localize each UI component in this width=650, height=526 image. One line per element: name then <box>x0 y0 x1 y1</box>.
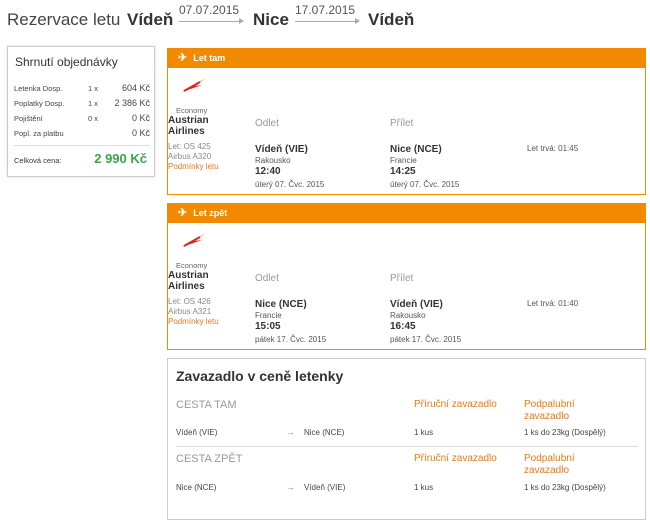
departure-country: Rakousko <box>255 156 291 165</box>
flight-number: Let: OS 426 <box>168 297 211 306</box>
arrival-date: pátek 17. Čvc. 2015 <box>390 335 462 344</box>
flight-conditions-link[interactable]: Podmínky letu <box>168 317 219 326</box>
baggage-section: Zavazadlo v ceně letenky CESTA TAM Příru… <box>167 358 646 520</box>
inbound-panel-header: ✈ Let zpět <box>168 204 645 223</box>
summary-total-label: Celková cena: <box>14 156 62 165</box>
summary-title: Shrnutí objednávky <box>15 55 118 69</box>
baggage-direction: CESTA ZPĚT <box>176 453 243 465</box>
page-header: Rezervace letu Vídeň 07.07.2015 Nice 17.… <box>7 0 647 40</box>
summary-total-value: 2 990 Kč <box>94 151 147 166</box>
cabin-baggage-value: 1 kus <box>414 483 434 492</box>
arrival-country: Rakousko <box>390 311 426 320</box>
summary-row-value: 2 386 Kč <box>114 98 150 108</box>
departure-country: Francie <box>255 311 282 320</box>
hold-baggage-value: 1 ks do 23kg (Dospělý) <box>524 483 606 492</box>
aircraft-type: Airbus A321 <box>168 307 212 316</box>
flight-number: Let: OS 425 <box>168 142 211 151</box>
departure-time: 15:05 <box>255 321 281 332</box>
airline-name: Austrian Airlines <box>168 115 209 137</box>
arrival-label: Přílet <box>390 118 414 129</box>
flight-duration: Let trvá: 01:45 <box>527 144 579 153</box>
hold-baggage-header-line1: Podpalubní <box>524 399 575 410</box>
arrival-time: 14:25 <box>390 166 416 177</box>
outbound-panel-header: ✈ Let tam <box>168 49 645 68</box>
hold-baggage-header-line2: zavazadlo <box>524 411 570 422</box>
baggage-divider <box>176 446 638 447</box>
departure-date: pátek 17. Čvc. 2015 <box>255 335 327 344</box>
baggage-title: Zavazadlo v ceně letenky <box>176 368 344 384</box>
header-date-out: 07.07.2015 <box>179 3 240 17</box>
arrow-right-icon: → <box>286 427 295 437</box>
header-return-city: Vídeň <box>368 10 415 29</box>
airplane-icon: ✈ <box>178 207 188 219</box>
outbound-heading: Let tam <box>193 53 226 63</box>
arrival-city: Nice (NCE) <box>390 144 442 155</box>
header-date-back: 17.07.2015 <box>295 3 356 17</box>
austrian-airlines-logo <box>182 233 206 247</box>
summary-row-qty: 1 x <box>88 84 99 93</box>
departure-time: 12:40 <box>255 166 281 177</box>
arrival-city: Vídeň (VIE) <box>390 299 443 310</box>
fare-class: Economy <box>176 106 208 115</box>
aircraft-type: Airbus A320 <box>168 152 212 161</box>
page-title-prefix: Rezervace letu <box>7 10 121 29</box>
summary-row-value: 604 Kč <box>121 83 150 93</box>
hold-baggage-header-line1: Podpalubní <box>524 453 575 464</box>
flight-duration: Let trvá: 01:40 <box>527 299 579 308</box>
austrian-airlines-logo <box>182 78 206 92</box>
summary-row-value: 0 Kč <box>131 128 150 138</box>
summary-divider <box>14 145 150 146</box>
arrow-right-icon: → <box>286 482 295 492</box>
header-arrow-2 <box>295 18 360 24</box>
hold-baggage-value: 1 ks do 23kg (Dospělý) <box>524 428 606 437</box>
arrival-time: 16:45 <box>390 321 416 332</box>
header-from-city: Vídeň <box>127 10 174 29</box>
baggage-from: Vídeň (VIE) <box>176 428 218 437</box>
inbound-flight-panel: ✈ Let zpět Economy Austrian Airlines Let:… <box>167 203 646 350</box>
cabin-baggage-header: Příruční zavazadlo <box>414 453 497 464</box>
baggage-to: Nice (NCE) <box>304 428 345 437</box>
arrival-country: Francie <box>390 156 417 165</box>
cabin-baggage-header: Příruční zavazadlo <box>414 399 497 410</box>
arrival-label: Přílet <box>390 273 414 284</box>
cabin-baggage-value: 1 kus <box>414 428 434 437</box>
airplane-icon: ✈ <box>178 52 188 64</box>
summary-row-label: Poplatky Dosp. <box>14 99 65 108</box>
outbound-flight-panel: ✈ Let tam Economy Austrian Airlines Let: … <box>167 48 646 195</box>
arrival-date: úterý 07. Čvc. 2015 <box>390 180 460 189</box>
summary-row-label: Letenka Dosp. <box>14 84 63 93</box>
header-to-city: Nice <box>253 10 289 29</box>
departure-city: Vídeň (VIE) <box>255 144 308 155</box>
departure-label: Odlet <box>255 118 279 129</box>
fare-class: Economy <box>176 261 208 270</box>
summary-row-value: 0 Kč <box>131 113 150 123</box>
inbound-heading: Let zpět <box>193 208 228 218</box>
summary-row-label: Pojištění <box>14 114 43 123</box>
baggage-from: Nice (NCE) <box>176 483 217 492</box>
baggage-direction: CESTA TAM <box>176 399 237 411</box>
summary-row-label: Popl. za platbu <box>14 129 64 138</box>
flight-conditions-link[interactable]: Podmínky letu <box>168 162 219 171</box>
hold-baggage-header-line2: zavazadlo <box>524 465 570 476</box>
departure-date: úterý 07. Čvc. 2015 <box>255 180 325 189</box>
baggage-to: Vídeň (VIE) <box>304 483 346 492</box>
order-summary: Shrnutí objednávky Letenka Dosp. 1 x 604… <box>7 46 155 177</box>
departure-city: Nice (NCE) <box>255 299 307 310</box>
summary-row-qty: 1 x <box>88 99 99 108</box>
header-arrow-1 <box>179 18 244 24</box>
summary-row-qty: 0 x <box>88 114 99 123</box>
airline-name: Austrian Airlines <box>168 270 209 292</box>
departure-label: Odlet <box>255 273 279 284</box>
